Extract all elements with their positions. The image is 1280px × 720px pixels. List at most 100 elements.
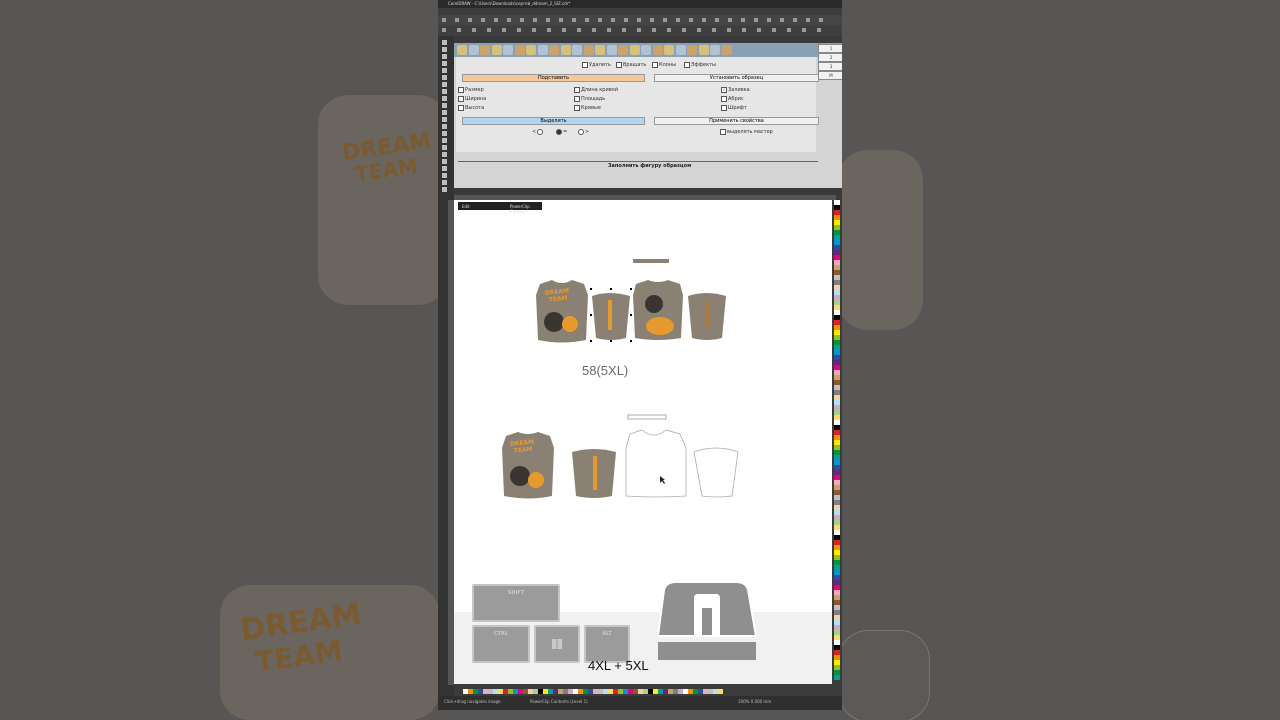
set-sample-button[interactable]: Установить образец xyxy=(654,74,819,82)
radio-equal[interactable]: = xyxy=(556,129,567,135)
apply-properties-button[interactable]: Применить свойства xyxy=(654,117,819,125)
property-icon[interactable] xyxy=(607,28,611,32)
tool-icon[interactable] xyxy=(442,40,447,45)
property-icon[interactable] xyxy=(562,28,566,32)
property-icon[interactable] xyxy=(757,28,761,32)
toolbar-icon[interactable] xyxy=(637,18,641,22)
tool-icon[interactable] xyxy=(442,103,447,108)
property-icon[interactable] xyxy=(472,28,476,32)
property-icon[interactable] xyxy=(787,28,791,32)
docker-tool-icon[interactable] xyxy=(549,45,559,55)
tool-icon[interactable] xyxy=(442,166,447,171)
tool-icon[interactable] xyxy=(442,68,447,73)
docker-tool-icon[interactable] xyxy=(698,45,709,55)
tool-icon[interactable] xyxy=(442,124,447,129)
tool-icon[interactable] xyxy=(442,117,447,122)
back-shirt-outline[interactable] xyxy=(625,429,687,498)
check-curves[interactable]: Кривые xyxy=(574,105,601,111)
checkbox[interactable] xyxy=(616,62,622,68)
tool-icon[interactable] xyxy=(442,180,447,185)
property-icon[interactable] xyxy=(547,28,551,32)
toolbar-icon[interactable] xyxy=(494,18,498,22)
toolbar-icon[interactable] xyxy=(507,18,511,22)
drawing-canvas[interactable]: Edit PowerClip Contents DREAM TEAM 58(5X… xyxy=(454,200,832,684)
toolbar-icon[interactable] xyxy=(520,18,524,22)
property-icon[interactable] xyxy=(652,28,656,32)
check-width[interactable]: Ширина xyxy=(458,96,486,102)
toolbar-icon[interactable] xyxy=(715,18,719,22)
check-fill[interactable]: ✓ Заливка xyxy=(721,87,750,93)
check-area[interactable]: Площадь xyxy=(574,96,605,102)
check-rotate[interactable]: Вращать xyxy=(616,62,646,68)
check-curve-length[interactable]: Длина кривой xyxy=(574,87,618,93)
palette-swatch[interactable] xyxy=(834,675,840,680)
property-icon[interactable] xyxy=(637,28,641,32)
property-icon[interactable] xyxy=(577,28,581,32)
docker-tool-icon[interactable] xyxy=(629,45,640,55)
toolbar-icon[interactable] xyxy=(689,18,693,22)
select-button[interactable]: Выделить xyxy=(462,117,645,125)
toolbar-icon[interactable] xyxy=(533,18,537,22)
check-clones[interactable]: Клоны xyxy=(652,62,676,68)
toolbar-icon[interactable] xyxy=(819,18,823,22)
toolbar-icon[interactable] xyxy=(663,18,667,22)
tool-icon[interactable] xyxy=(442,75,447,80)
radio-less[interactable]: < xyxy=(532,129,544,135)
docker-tool-icon[interactable] xyxy=(480,45,490,55)
checkbox[interactable] xyxy=(684,62,690,68)
docker-tool-icon[interactable] xyxy=(710,45,720,55)
neck-strip[interactable] xyxy=(633,259,669,263)
toolbar-icon[interactable] xyxy=(546,18,550,22)
toolbar-icon[interactable] xyxy=(598,18,602,22)
docker-tool-icon[interactable] xyxy=(675,45,686,55)
toolbar-icon[interactable] xyxy=(455,18,459,22)
docker-tool-icon[interactable] xyxy=(652,45,663,55)
property-icon[interactable] xyxy=(517,28,521,32)
property-icon[interactable] xyxy=(802,28,806,32)
docker-tool-icon[interactable] xyxy=(572,45,582,55)
side-num-3[interactable]: 3 xyxy=(818,62,842,71)
docker-tool-icon[interactable] xyxy=(583,45,594,55)
docker-tool-icon[interactable] xyxy=(664,45,674,55)
docker-tool-icon[interactable] xyxy=(606,45,617,55)
tool-icon[interactable] xyxy=(442,138,447,143)
toolbar-icon[interactable] xyxy=(585,18,589,22)
docker-tool-icon[interactable] xyxy=(595,45,605,55)
color-palette-horizontal[interactable] xyxy=(463,689,723,694)
docker-tool-icon[interactable] xyxy=(503,45,513,55)
radio-greater[interactable]: > xyxy=(578,129,589,135)
toolbar-icon[interactable] xyxy=(754,18,758,22)
property-icon[interactable] xyxy=(682,28,686,32)
checkbox[interactable] xyxy=(652,62,658,68)
property-icon[interactable] xyxy=(592,28,596,32)
tool-icon[interactable] xyxy=(442,131,447,136)
tool-icon[interactable] xyxy=(442,96,447,101)
check-select-master[interactable]: выделять мастер xyxy=(720,129,773,135)
property-icon[interactable] xyxy=(742,28,746,32)
docker-tool-icon[interactable] xyxy=(468,45,479,55)
property-icon[interactable] xyxy=(502,28,506,32)
toolbar-icon[interactable] xyxy=(650,18,654,22)
toolbar-icon[interactable] xyxy=(676,18,680,22)
docker-tool-icon[interactable] xyxy=(526,45,536,55)
property-icon[interactable] xyxy=(817,28,821,32)
palette-swatch[interactable] xyxy=(718,689,723,694)
tool-icon[interactable] xyxy=(442,145,447,150)
toolbar-icon[interactable] xyxy=(806,18,810,22)
tool-icon[interactable] xyxy=(442,89,447,94)
property-icon[interactable] xyxy=(727,28,731,32)
docker-tool-icon[interactable] xyxy=(457,45,467,55)
check-font[interactable]: Шрифт xyxy=(721,105,747,111)
toolbar-icon[interactable] xyxy=(793,18,797,22)
property-icon[interactable] xyxy=(667,28,671,32)
checkbox[interactable] xyxy=(582,62,588,68)
tool-icon[interactable] xyxy=(442,173,447,178)
sleeve-outline[interactable] xyxy=(693,447,739,498)
docker-tool-icon[interactable] xyxy=(641,45,651,55)
tool-icon[interactable] xyxy=(442,187,447,192)
color-palette-vertical[interactable] xyxy=(834,200,840,690)
property-icon[interactable] xyxy=(487,28,491,32)
tool-icon[interactable] xyxy=(442,61,447,66)
check-outline[interactable]: Абрис xyxy=(721,96,744,102)
tool-icon[interactable] xyxy=(442,110,447,115)
